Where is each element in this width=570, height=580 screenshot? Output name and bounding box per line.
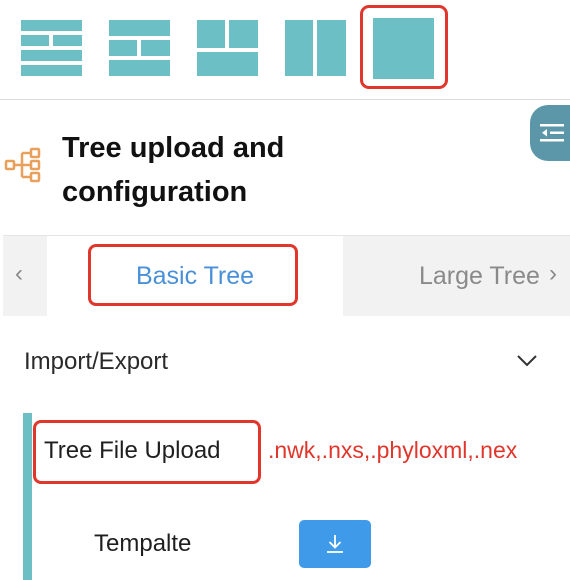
tab-large-tree[interactable]: Large Tree (419, 236, 540, 316)
layout-three-rows-icon (109, 20, 170, 76)
tab-basic-tree[interactable]: Basic Tree (47, 236, 343, 316)
tab-scroll-right-icon[interactable]: › (549, 260, 557, 288)
chevron-down-icon (517, 355, 537, 367)
collapse-panel-button[interactable] (530, 105, 570, 161)
tab-scroll-left-icon[interactable]: ‹ (15, 260, 23, 288)
layout-four-rows-button[interactable] (21, 18, 82, 79)
layout-single-icon (373, 18, 434, 79)
supported-formats: .nwk,.nxs,.phyloxml,.nex (268, 437, 518, 463)
collapse-panel-icon (540, 124, 564, 142)
download-icon (327, 535, 343, 553)
layout-split-grid-icon (197, 20, 258, 76)
template-download-button[interactable] (299, 520, 371, 568)
layout-single-button[interactable] (373, 18, 434, 79)
section-accent-bar (23, 413, 32, 580)
tree-file-upload-label: Tree File Upload (44, 437, 221, 464)
toolbar-divider (0, 99, 570, 100)
tabs-bar: ‹ Basic Tree Large Tree › (3, 235, 570, 316)
import-export-section-header[interactable]: Import/Export (0, 316, 570, 406)
tree-structure-icon (4, 146, 42, 189)
layout-three-rows-button[interactable] (109, 18, 170, 79)
template-label: Tempalte (94, 530, 192, 557)
layout-two-columns-icon (285, 20, 346, 76)
layout-split-grid-button[interactable] (197, 18, 258, 79)
panel-title: Tree upload and configuration (62, 132, 285, 208)
layout-toolbar (0, 0, 570, 100)
layout-four-rows-icon (21, 20, 82, 76)
layout-two-columns-button[interactable] (285, 18, 346, 79)
section-title: Import/Export (24, 348, 169, 375)
tab-overflow-clip: Large Tree (403, 236, 541, 316)
